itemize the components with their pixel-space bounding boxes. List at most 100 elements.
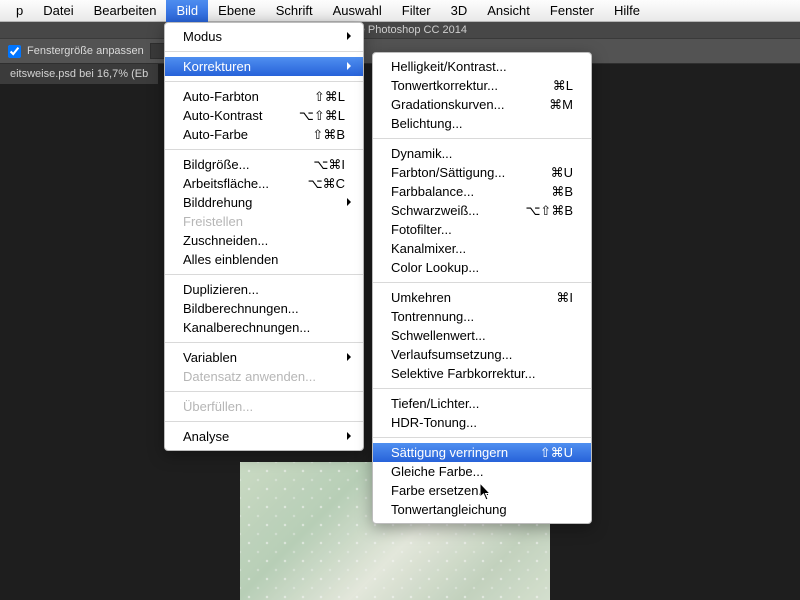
menu-korrekturen-item[interactable]: Farbbalance... ⌘B xyxy=(373,182,591,201)
menubar: pDateiBearbeitenBildEbeneSchriftAuswahlF… xyxy=(0,0,800,22)
menu-item-label: Freistellen xyxy=(183,214,243,229)
menu-item-label: Kanalmixer... xyxy=(391,241,466,256)
menubar-item-datei[interactable]: Datei xyxy=(33,0,83,23)
menu-item-label: Korrekturen xyxy=(183,59,251,74)
menu-bild: ModusKorrekturenAuto-Farbton⇧⌘LAuto-Kont… xyxy=(164,22,364,451)
menubar-item-p[interactable]: p xyxy=(6,0,33,23)
menu-bild-item[interactable]: Alles einblenden xyxy=(165,250,363,269)
menubar-item-bild[interactable]: Bild xyxy=(166,0,208,23)
menu-korrekturen-item[interactable]: Farbton/Sättigung...⌘U xyxy=(373,163,591,182)
menubar-item-schrift[interactable]: Schrift xyxy=(266,0,323,23)
menu-bild-item[interactable]: Bildberechnungen... xyxy=(165,299,363,318)
menu-item-shortcut: ⇧⌘L xyxy=(290,89,345,105)
menu-bild-item: Datensatz anwenden... xyxy=(165,367,363,386)
fit-window-checkbox[interactable] xyxy=(8,45,21,58)
menubar-item-ansicht[interactable]: Ansicht xyxy=(477,0,540,23)
menubar-item-fenster[interactable]: Fenster xyxy=(540,0,604,23)
menu-korrekturen-item[interactable]: Tiefen/Lichter... xyxy=(373,394,591,413)
menu-item-label: Tonwertangleichung xyxy=(391,502,507,517)
menu-item-shortcut: ⇧⌘U xyxy=(516,445,573,461)
menu-korrekturen-item[interactable]: Dynamik... xyxy=(373,144,591,163)
menu-bild-item[interactable]: Bildgröße... ⌥⌘I xyxy=(165,155,363,174)
menu-bild-item[interactable]: Arbeitsfläche...⌥⌘C xyxy=(165,174,363,193)
menubar-item-bearbeiten[interactable]: Bearbeiten xyxy=(84,0,167,23)
menu-item-shortcut: ⌥⇧⌘B xyxy=(501,203,573,219)
menu-item-label: Bilddrehung xyxy=(183,195,252,210)
menu-bild-item[interactable]: Duplizieren... xyxy=(165,280,363,299)
menu-korrekturen-item[interactable]: Schwellenwert... xyxy=(373,326,591,345)
menu-item-label: Kanalberechnungen... xyxy=(183,320,310,335)
menu-korrekturen-item[interactable]: Gleiche Farbe... xyxy=(373,462,591,481)
menu-bild-item: Überfüllen... xyxy=(165,397,363,416)
menu-korrekturen-item[interactable]: Helligkeit/Kontrast... xyxy=(373,57,591,76)
menu-bild-item[interactable]: Variablen xyxy=(165,348,363,367)
menu-item-label: Verlaufsumsetzung... xyxy=(391,347,512,362)
menu-item-label: Selektive Farbkorrektur... xyxy=(391,366,536,381)
menu-item-label: Auto-Farbe xyxy=(183,127,248,142)
menu-item-shortcut: ⌘M xyxy=(525,97,573,113)
menu-korrekturen: Helligkeit/Kontrast...Tonwertkorrektur..… xyxy=(372,52,592,524)
menu-korrekturen-item[interactable]: Tonwertangleichung xyxy=(373,500,591,519)
menubar-item-hilfe[interactable]: Hilfe xyxy=(604,0,650,23)
menu-korrekturen-item[interactable]: Gradationskurven... ⌘M xyxy=(373,95,591,114)
menubar-item-ebene[interactable]: Ebene xyxy=(208,0,266,23)
menu-item-label: Auto-Farbton xyxy=(183,89,259,104)
fit-window-label: Fenstergröße anpassen xyxy=(27,45,144,57)
menu-korrekturen-item[interactable]: Farbe ersetzen... xyxy=(373,481,591,500)
menu-bild-item[interactable]: Korrekturen xyxy=(165,57,363,76)
menu-item-label: Umkehren xyxy=(391,290,451,305)
menu-item-shortcut: ⇧⌘B xyxy=(288,127,345,143)
menu-item-label: Modus xyxy=(183,29,222,44)
menu-korrekturen-item[interactable]: Kanalmixer... xyxy=(373,239,591,258)
menu-bild-item: Freistellen xyxy=(165,212,363,231)
menu-item-label: Tontrennung... xyxy=(391,309,474,324)
menu-item-label: Alles einblenden xyxy=(183,252,278,267)
menu-bild-item[interactable]: Auto-Farbton ⇧⌘L xyxy=(165,87,363,106)
menu-item-shortcut: ⌘B xyxy=(527,184,573,200)
menu-item-label: Farbe ersetzen... xyxy=(391,483,489,498)
menu-korrekturen-item[interactable]: Tonwertkorrektur...⌘L xyxy=(373,76,591,95)
menu-item-shortcut: ⌘I xyxy=(532,290,573,306)
menubar-item-filter[interactable]: Filter xyxy=(392,0,441,23)
menu-bild-item[interactable]: Bilddrehung xyxy=(165,193,363,212)
menu-bild-item[interactable]: Auto-Farbe ⇧⌘B xyxy=(165,125,363,144)
menu-item-label: Überfüllen... xyxy=(183,399,253,414)
menu-bild-item[interactable]: Auto-Kontrast ⌥⇧⌘L xyxy=(165,106,363,125)
menu-bild-item[interactable]: Zuschneiden... xyxy=(165,231,363,250)
menu-item-label: Dynamik... xyxy=(391,146,452,161)
menu-korrekturen-item[interactable]: Selektive Farbkorrektur... xyxy=(373,364,591,383)
menu-item-label: Analyse xyxy=(183,429,229,444)
menu-item-shortcut: ⌥⇧⌘L xyxy=(275,108,345,124)
menu-item-label: Gleiche Farbe... xyxy=(391,464,484,479)
menu-bild-item[interactable]: Modus xyxy=(165,27,363,46)
menu-item-label: Bildgröße... xyxy=(183,157,249,172)
menu-korrekturen-item[interactable]: Schwarzweiß... ⌥⇧⌘B xyxy=(373,201,591,220)
menu-korrekturen-item[interactable]: Verlaufsumsetzung... xyxy=(373,345,591,364)
menu-item-label: Schwellenwert... xyxy=(391,328,486,343)
menu-korrekturen-item[interactable]: Fotofilter... xyxy=(373,220,591,239)
menu-item-label: Variablen xyxy=(183,350,237,365)
menu-korrekturen-item[interactable]: Umkehren ⌘I xyxy=(373,288,591,307)
menu-item-label: Gradationskurven... xyxy=(391,97,504,112)
menubar-item-3d[interactable]: 3D xyxy=(441,0,478,23)
menu-item-shortcut: ⌥⌘C xyxy=(284,176,345,192)
menu-bild-item[interactable]: Kanalberechnungen... xyxy=(165,318,363,337)
app-title: Adobe Photoshop CC 2014 xyxy=(0,22,800,38)
menu-korrekturen-item[interactable]: Color Lookup... xyxy=(373,258,591,277)
menu-korrekturen-item[interactable]: Tontrennung... xyxy=(373,307,591,326)
menu-item-label: Farbbalance... xyxy=(391,184,474,199)
menu-item-label: Tonwertkorrektur... xyxy=(391,78,498,93)
menu-korrekturen-item[interactable]: Belichtung... xyxy=(373,114,591,133)
menu-item-label: Schwarzweiß... xyxy=(391,203,479,218)
menu-korrekturen-item[interactable]: HDR-Tonung... xyxy=(373,413,591,432)
menu-bild-item[interactable]: Analyse xyxy=(165,427,363,446)
menu-item-label: Duplizieren... xyxy=(183,282,259,297)
menu-item-shortcut: ⌥⌘I xyxy=(289,157,345,173)
menu-item-label: Auto-Kontrast xyxy=(183,108,263,123)
menubar-item-auswahl[interactable]: Auswahl xyxy=(323,0,392,23)
document-tab[interactable]: eitsweise.psd bei 16,7% (Eb xyxy=(0,64,158,84)
menu-item-label: HDR-Tonung... xyxy=(391,415,477,430)
menu-item-label: Fotofilter... xyxy=(391,222,452,237)
menu-korrekturen-item[interactable]: Sättigung verringern⇧⌘U xyxy=(373,443,591,462)
menu-item-shortcut: ⌘U xyxy=(527,165,573,181)
